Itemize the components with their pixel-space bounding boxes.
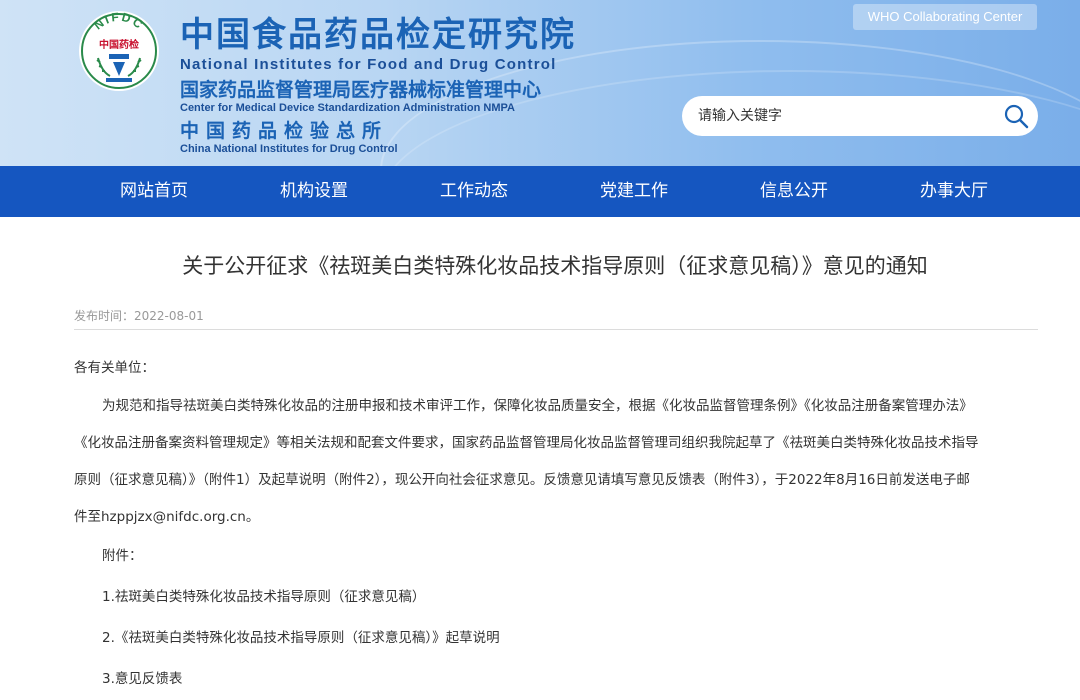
nav-item-organization[interactable]: 机构设置 (254, 166, 374, 217)
attachment-link[interactable]: 2.《祛斑美白类特殊化妆品技术指导原则（征求意见稿）》起草说明 (74, 618, 1040, 659)
nifdc-logo-icon[interactable]: NIFDC 中国药检 (78, 10, 160, 92)
main-nav: 网站首页 机构设置 工作动态 党建工作 信息公开 办事大厅 (0, 166, 1080, 217)
svg-text:中国药检: 中国药检 (99, 38, 139, 51)
institute-title-en: National Institutes for Food and Drug Co… (180, 56, 557, 73)
nav-item-info-public[interactable]: 信息公开 (734, 166, 854, 217)
nav-item-work-news[interactable]: 工作动态 (414, 166, 534, 217)
nav-item-party[interactable]: 党建工作 (574, 166, 694, 217)
drug-control-name-en: China National Institutes for Drug Contr… (180, 143, 398, 155)
publish-date: 2022-08-01 (134, 309, 204, 323)
article-body: 各有关单位： 为规范和指导祛斑美白类特殊化妆品的注册申报和技术审评工作，保障化妆… (74, 352, 1040, 700)
paragraph-line: 原则（征求意见稿）》（附件1）及起草说明（附件2），现公开向社会征求意见。反馈意… (74, 472, 970, 488)
title-divider (74, 329, 1038, 330)
article-title: 关于公开征求《祛斑美白类特殊化妆品技术指导原则（征求意见稿）》意见的通知 (182, 254, 928, 278)
institute-name-block: 中国食品药品检定研究院 National Institutes for Food… (180, 16, 576, 156)
center-name-cn: 国家药品监督管理局医疗器械标准管理中心 (180, 79, 542, 101)
who-collaborating-badge[interactable]: WHO Collaborating Center (853, 4, 1037, 30)
search-input[interactable] (698, 96, 998, 136)
institute-title-cn: 中国食品药品检定研究院 (180, 15, 576, 55)
salutation: 各有关单位： (74, 360, 155, 376)
center-name-en: Center for Medical Device Standardizatio… (180, 102, 515, 114)
site-header: NIFDC 中国药检 中国食品药品检定研究院 National Institut… (0, 0, 1080, 166)
nav-item-service-hall[interactable]: 办事大厅 (894, 166, 1014, 217)
paragraph-line: 件至hzppjzx@nifdc.org.cn。 (74, 509, 260, 525)
search-box (682, 96, 1038, 136)
search-icon[interactable] (1002, 102, 1030, 130)
attachment-link[interactable]: 3.意见反馈表 (74, 659, 1040, 700)
nav-item-home[interactable]: 网站首页 (94, 166, 214, 217)
attachments-label: 附件： (102, 548, 143, 564)
publish-date-label: 发布时间： (74, 309, 135, 323)
paragraph-line: 《化妆品注册备案资料管理规定》等相关法规和配套文件要求，国家药品监督管理局化妆品… (74, 435, 979, 451)
drug-control-name-cn: 中国药品检验总所 (180, 120, 389, 142)
attachment-link[interactable]: 1.祛斑美白类特殊化妆品技术指导原则（征求意见稿） (74, 577, 1040, 618)
paragraph-line: 为规范和指导祛斑美白类特殊化妆品的注册申报和技术审评工作，保障化妆品质量安全，根… (102, 398, 973, 414)
article-meta: 发布时间：2022-08-01 (74, 307, 204, 324)
